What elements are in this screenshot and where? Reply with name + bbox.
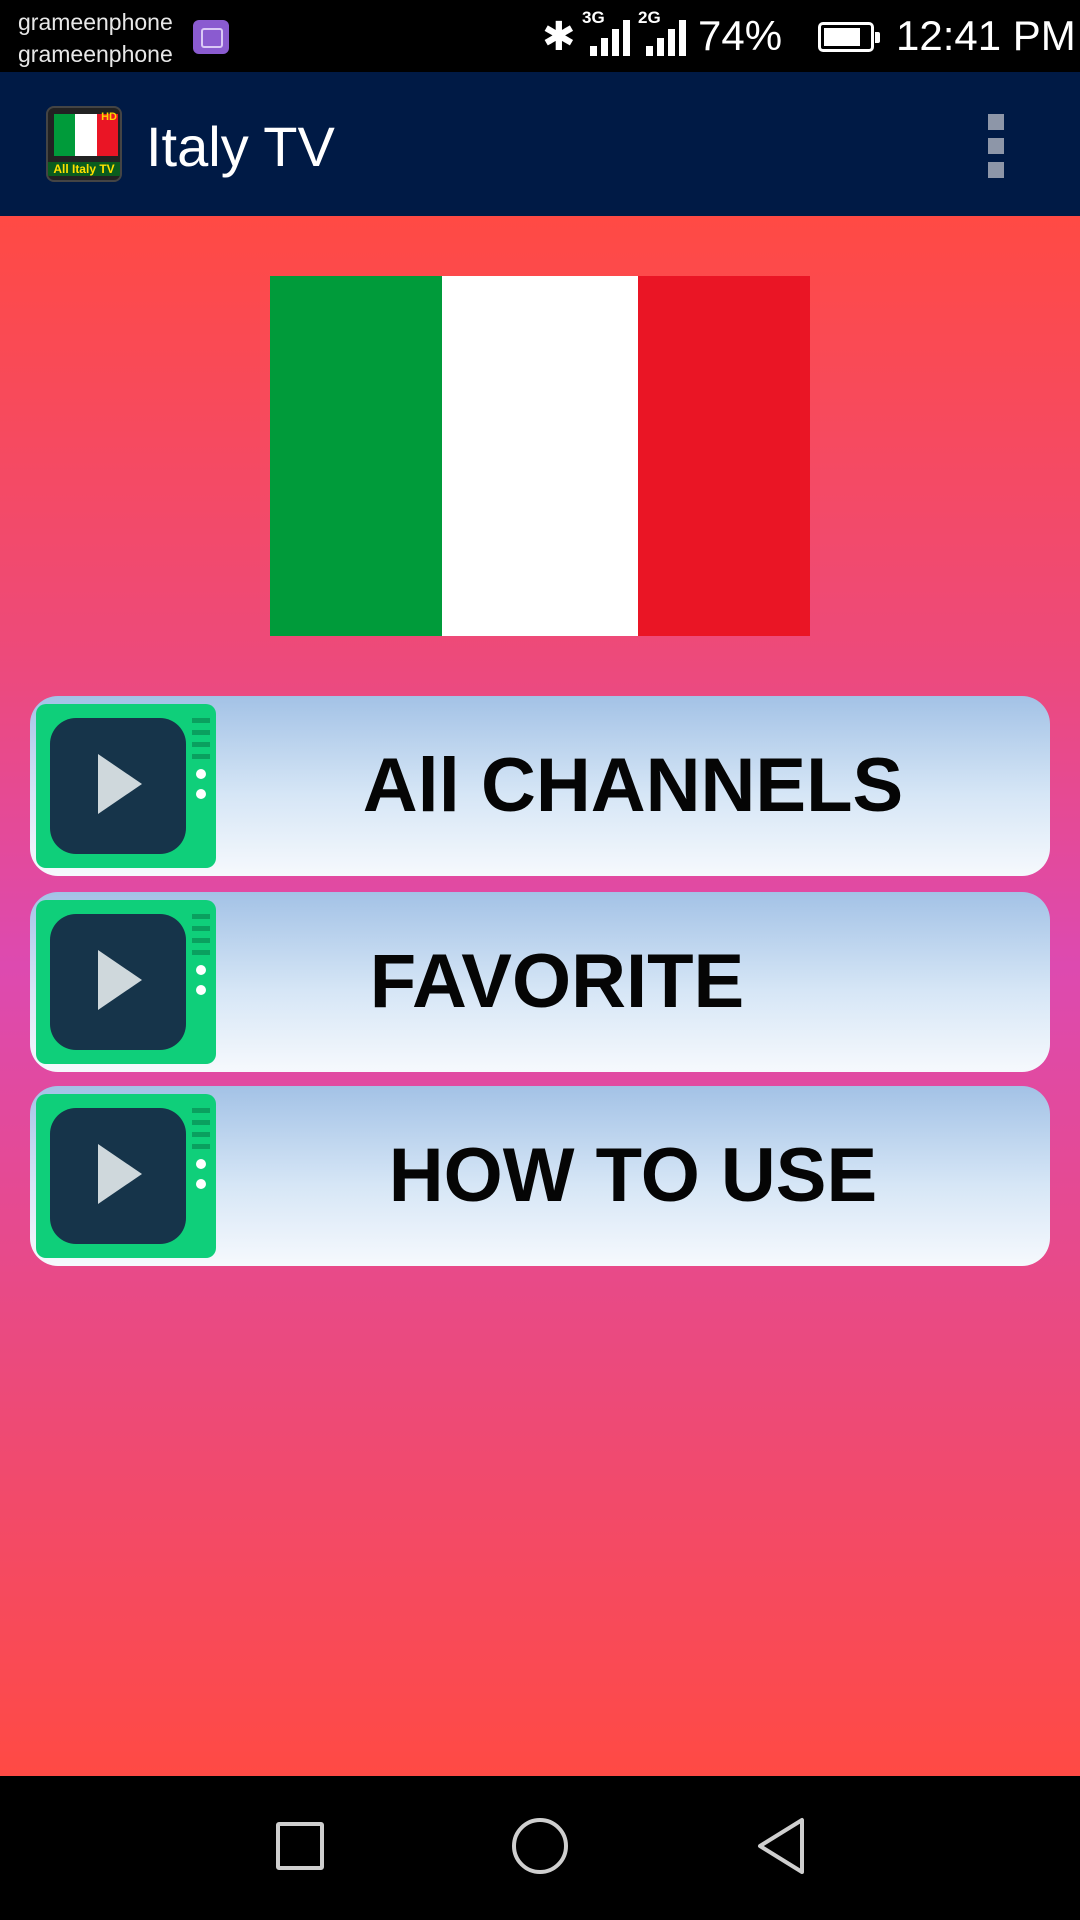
overflow-menu-icon[interactable] xyxy=(978,114,1014,178)
app-bar: HD All Italy TV Italy TV xyxy=(0,72,1080,216)
carrier-names: grameenphone grameenphone xyxy=(18,6,173,70)
signal-strength-icon-2 xyxy=(646,20,686,56)
app-title: Italy TV xyxy=(146,115,335,178)
favorite-button[interactable]: FAVORITE xyxy=(30,892,1050,1072)
main-content: All CHANNELS FAVORITE HOW TO USE xyxy=(0,216,1080,1776)
how-to-use-button[interactable]: HOW TO USE xyxy=(30,1086,1050,1266)
recent-apps-icon[interactable] xyxy=(276,1822,324,1870)
favorite-label: FAVORITE xyxy=(369,939,745,1024)
home-icon[interactable] xyxy=(512,1818,568,1874)
clock: 12:41 PM xyxy=(896,12,1076,59)
signal-strength-icon xyxy=(590,20,630,56)
how-to-use-label: HOW TO USE xyxy=(388,1133,878,1218)
flag-green-band xyxy=(270,276,442,636)
app-logo: HD All Italy TV xyxy=(46,106,122,182)
carrier-2: grameenphone xyxy=(18,41,173,67)
battery-icon xyxy=(818,22,880,52)
italy-flag-image xyxy=(270,276,810,636)
app-logo-text: All Italy TV xyxy=(48,162,120,176)
tv-play-icon xyxy=(36,1094,216,1258)
gallery-notification-icon xyxy=(193,20,229,54)
status-icons: ✱ 3G 2G 74% 12:41 PM xyxy=(520,0,1080,72)
flag-white-band xyxy=(442,276,638,636)
all-channels-label: All CHANNELS xyxy=(362,743,904,828)
back-icon[interactable] xyxy=(756,1816,806,1876)
status-bar: grameenphone grameenphone ✱ 3G 2G 74% 12… xyxy=(0,0,1080,72)
bluetooth-icon: ✱ xyxy=(542,14,576,60)
all-channels-button[interactable]: All CHANNELS xyxy=(30,696,1050,876)
flag-red-band xyxy=(638,276,810,636)
carrier-1: grameenphone xyxy=(18,9,173,35)
tv-play-icon xyxy=(36,704,216,868)
battery-percent: 74% xyxy=(698,12,783,59)
app-logo-hd-badge: HD xyxy=(101,111,117,123)
navigation-bar xyxy=(0,1776,1080,1920)
